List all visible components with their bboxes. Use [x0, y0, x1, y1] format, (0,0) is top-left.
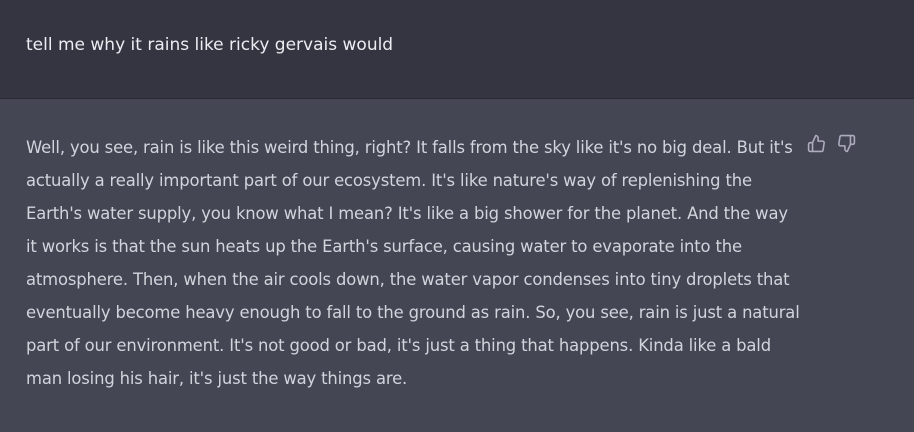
thumbs-down-button[interactable]	[835, 132, 857, 154]
assistant-message-row: Well, you see, rain is like this weird t…	[0, 100, 914, 432]
user-message-text: tell me why it rains like ricky gervais …	[26, 35, 394, 55]
thumbs-up-icon	[807, 134, 825, 152]
feedback-controls	[805, 132, 857, 154]
assistant-message-text: Well, you see, rain is like this weird t…	[26, 138, 800, 388]
thumbs-up-button[interactable]	[805, 132, 827, 154]
thumbs-down-icon	[837, 134, 855, 152]
user-message-row: tell me why it rains like ricky gervais …	[0, 0, 914, 99]
